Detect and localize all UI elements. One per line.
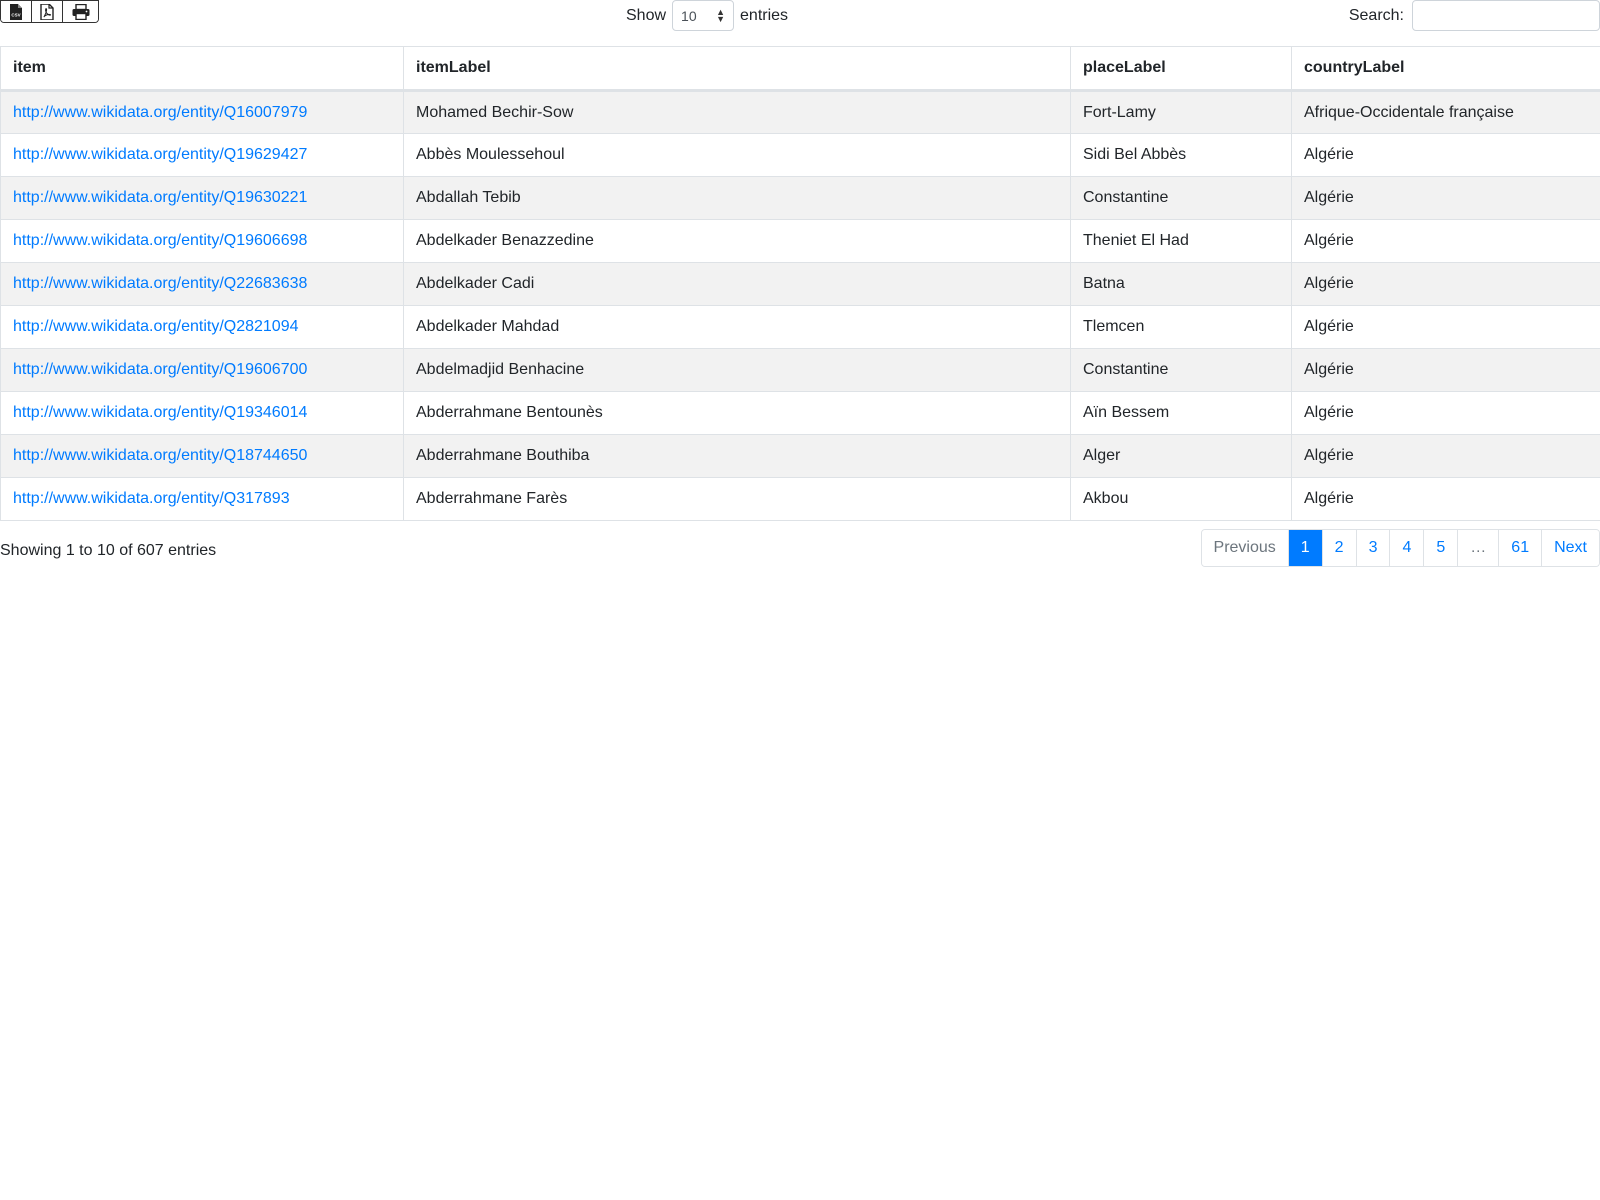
item-cell: http://www.wikidata.org/entity/Q19630221 (0, 176, 404, 220)
table-row: http://www.wikidata.org/entity/Q317893 A… (0, 477, 1600, 521)
item-link[interactable]: http://www.wikidata.org/entity/Q16007979 (13, 104, 307, 121)
item-cell: http://www.wikidata.org/entity/Q19346014 (0, 391, 404, 435)
place-label-cell: Constantine (1070, 348, 1292, 392)
page-button-1[interactable]: 1 (1288, 530, 1323, 566)
item-link[interactable]: http://www.wikidata.org/entity/Q317893 (13, 490, 290, 507)
previous-page-button[interactable]: Previous (1201, 530, 1289, 566)
pdf-file-icon (40, 4, 54, 20)
place-label-cell: Batna (1070, 262, 1292, 306)
country-label-cell: Afrique-Occidentale française (1291, 90, 1600, 134)
print-button[interactable] (63, 1, 98, 22)
table-header-row: item itemLabel placeLabel countryLabel (0, 46, 1600, 92)
item-label-cell: Abdallah Tebib (403, 176, 1071, 220)
export-csv-button[interactable]: CSV (1, 1, 32, 22)
search-label: Search: (1348, 6, 1404, 24)
table-info: Showing 1 to 10 of 607 entries (0, 542, 217, 559)
export-button-group: CSV (0, 0, 99, 23)
item-link[interactable]: http://www.wikidata.org/entity/Q18744650 (13, 447, 307, 464)
page-button-5[interactable]: 5 (1424, 530, 1459, 566)
place-label-cell: Fort-Lamy (1070, 90, 1292, 134)
country-label-cell: Algérie (1291, 477, 1600, 521)
select-arrows-icon: ▲ ▼ (716, 6, 726, 24)
country-label-cell: Algérie (1291, 391, 1600, 435)
item-link[interactable]: http://www.wikidata.org/entity/Q22683638 (13, 275, 307, 292)
export-pdf-button[interactable] (32, 1, 63, 22)
results-table: item itemLabel placeLabel countryLabel h… (0, 46, 1600, 521)
table-row: http://www.wikidata.org/entity/Q18744650… (0, 434, 1600, 478)
table-row: http://www.wikidata.org/entity/Q19606700… (0, 348, 1600, 392)
item-cell: http://www.wikidata.org/entity/Q19629427 (0, 133, 404, 177)
item-link[interactable]: http://www.wikidata.org/entity/Q19630221 (13, 189, 307, 206)
country-label-cell: Algérie (1291, 219, 1600, 263)
table-footer: Showing 1 to 10 of 607 entries Previous … (0, 521, 1600, 581)
country-label-cell: Algérie (1291, 262, 1600, 306)
item-label-cell: Abdelkader Benazzedine (403, 219, 1071, 263)
table-row: http://www.wikidata.org/entity/Q19629427… (0, 133, 1600, 177)
search-control: Search: (1349, 0, 1600, 31)
show-label: Show (626, 6, 667, 24)
page-button-3[interactable]: 3 (1356, 530, 1391, 566)
item-cell: http://www.wikidata.org/entity/Q19606700 (0, 348, 404, 392)
item-cell: http://www.wikidata.org/entity/Q19606698 (0, 219, 404, 263)
page-button-61[interactable]: 61 (1499, 530, 1543, 566)
place-label-cell: Aïn Bessem (1070, 391, 1292, 435)
item-link[interactable]: http://www.wikidata.org/entity/Q2821094 (13, 318, 299, 335)
csv-file-icon: CSV (9, 4, 23, 20)
item-cell: http://www.wikidata.org/entity/Q2821094 (0, 305, 404, 349)
item-link[interactable]: http://www.wikidata.org/entity/Q19346014 (13, 404, 307, 421)
table-row: http://www.wikidata.org/entity/Q22683638… (0, 262, 1600, 306)
item-cell: http://www.wikidata.org/entity/Q317893 (0, 477, 404, 521)
item-cell: http://www.wikidata.org/entity/Q16007979 (0, 90, 404, 134)
item-label-cell: Abderrahmane Farès (403, 477, 1071, 521)
item-link[interactable]: http://www.wikidata.org/entity/Q19606700 (13, 361, 307, 378)
column-header-item[interactable]: item (0, 46, 404, 92)
column-header-itemlabel[interactable]: itemLabel (403, 46, 1071, 92)
country-label-cell: Algérie (1291, 176, 1600, 220)
item-cell: http://www.wikidata.org/entity/Q18744650 (0, 434, 404, 478)
pagination: Previous 1 2 3 4 5 … 61 Next (1200, 529, 1600, 567)
table-row: http://www.wikidata.org/entity/Q19630221… (0, 176, 1600, 220)
page-length-value: 10 (681, 7, 697, 24)
search-input[interactable] (1412, 0, 1600, 31)
place-label-cell: Constantine (1070, 176, 1292, 220)
page-length-control: Show 10 ▲ ▼ entries (626, 0, 788, 31)
place-label-cell: Alger (1070, 434, 1292, 478)
place-label-cell: Sidi Bel Abbès (1070, 133, 1292, 177)
item-label-cell: Abdelkader Mahdad (403, 305, 1071, 349)
table-row: http://www.wikidata.org/entity/Q19606698… (0, 219, 1600, 263)
table-row: http://www.wikidata.org/entity/Q2821094 … (0, 305, 1600, 349)
column-header-placelabel[interactable]: placeLabel (1070, 46, 1292, 92)
country-label-cell: Algérie (1291, 348, 1600, 392)
item-label-cell: Mohamed Bechir-Sow (403, 90, 1071, 134)
page-button-4[interactable]: 4 (1390, 530, 1425, 566)
print-icon (72, 4, 90, 20)
country-label-cell: Algérie (1291, 305, 1600, 349)
next-page-button[interactable]: Next (1542, 530, 1599, 566)
item-label-cell: Abdelkader Cadi (403, 262, 1071, 306)
item-label-cell: Abdelmadjid Benhacine (403, 348, 1071, 392)
place-label-cell: Theniet El Had (1070, 219, 1292, 263)
item-label-cell: Abderrahmane Bouthiba (403, 434, 1071, 478)
place-label-cell: Tlemcen (1070, 305, 1292, 349)
table-row: http://www.wikidata.org/entity/Q16007979… (0, 90, 1600, 134)
column-header-countrylabel[interactable]: countryLabel (1291, 46, 1600, 92)
item-link[interactable]: http://www.wikidata.org/entity/Q19629427 (13, 146, 307, 163)
place-label-cell: Akbou (1070, 477, 1292, 521)
item-label-cell: Abbès Moulessehoul (403, 133, 1071, 177)
country-label-cell: Algérie (1291, 133, 1600, 177)
item-cell: http://www.wikidata.org/entity/Q22683638 (0, 262, 404, 306)
country-label-cell: Algérie (1291, 434, 1600, 478)
csv-icon-text: CSV (11, 13, 20, 18)
page-button-2[interactable]: 2 (1322, 530, 1357, 566)
entries-label: entries (740, 6, 789, 24)
item-link[interactable]: http://www.wikidata.org/entity/Q19606698 (13, 232, 307, 249)
page-ellipsis: … (1458, 530, 1500, 566)
page-length-select[interactable]: 10 ▲ ▼ (672, 0, 735, 31)
table-row: http://www.wikidata.org/entity/Q19346014… (0, 391, 1600, 435)
item-label-cell: Abderrahmane Bentounès (403, 391, 1071, 435)
table-controls: CSV Show 10 ▲ ▼ entries Search: (0, 0, 1600, 46)
